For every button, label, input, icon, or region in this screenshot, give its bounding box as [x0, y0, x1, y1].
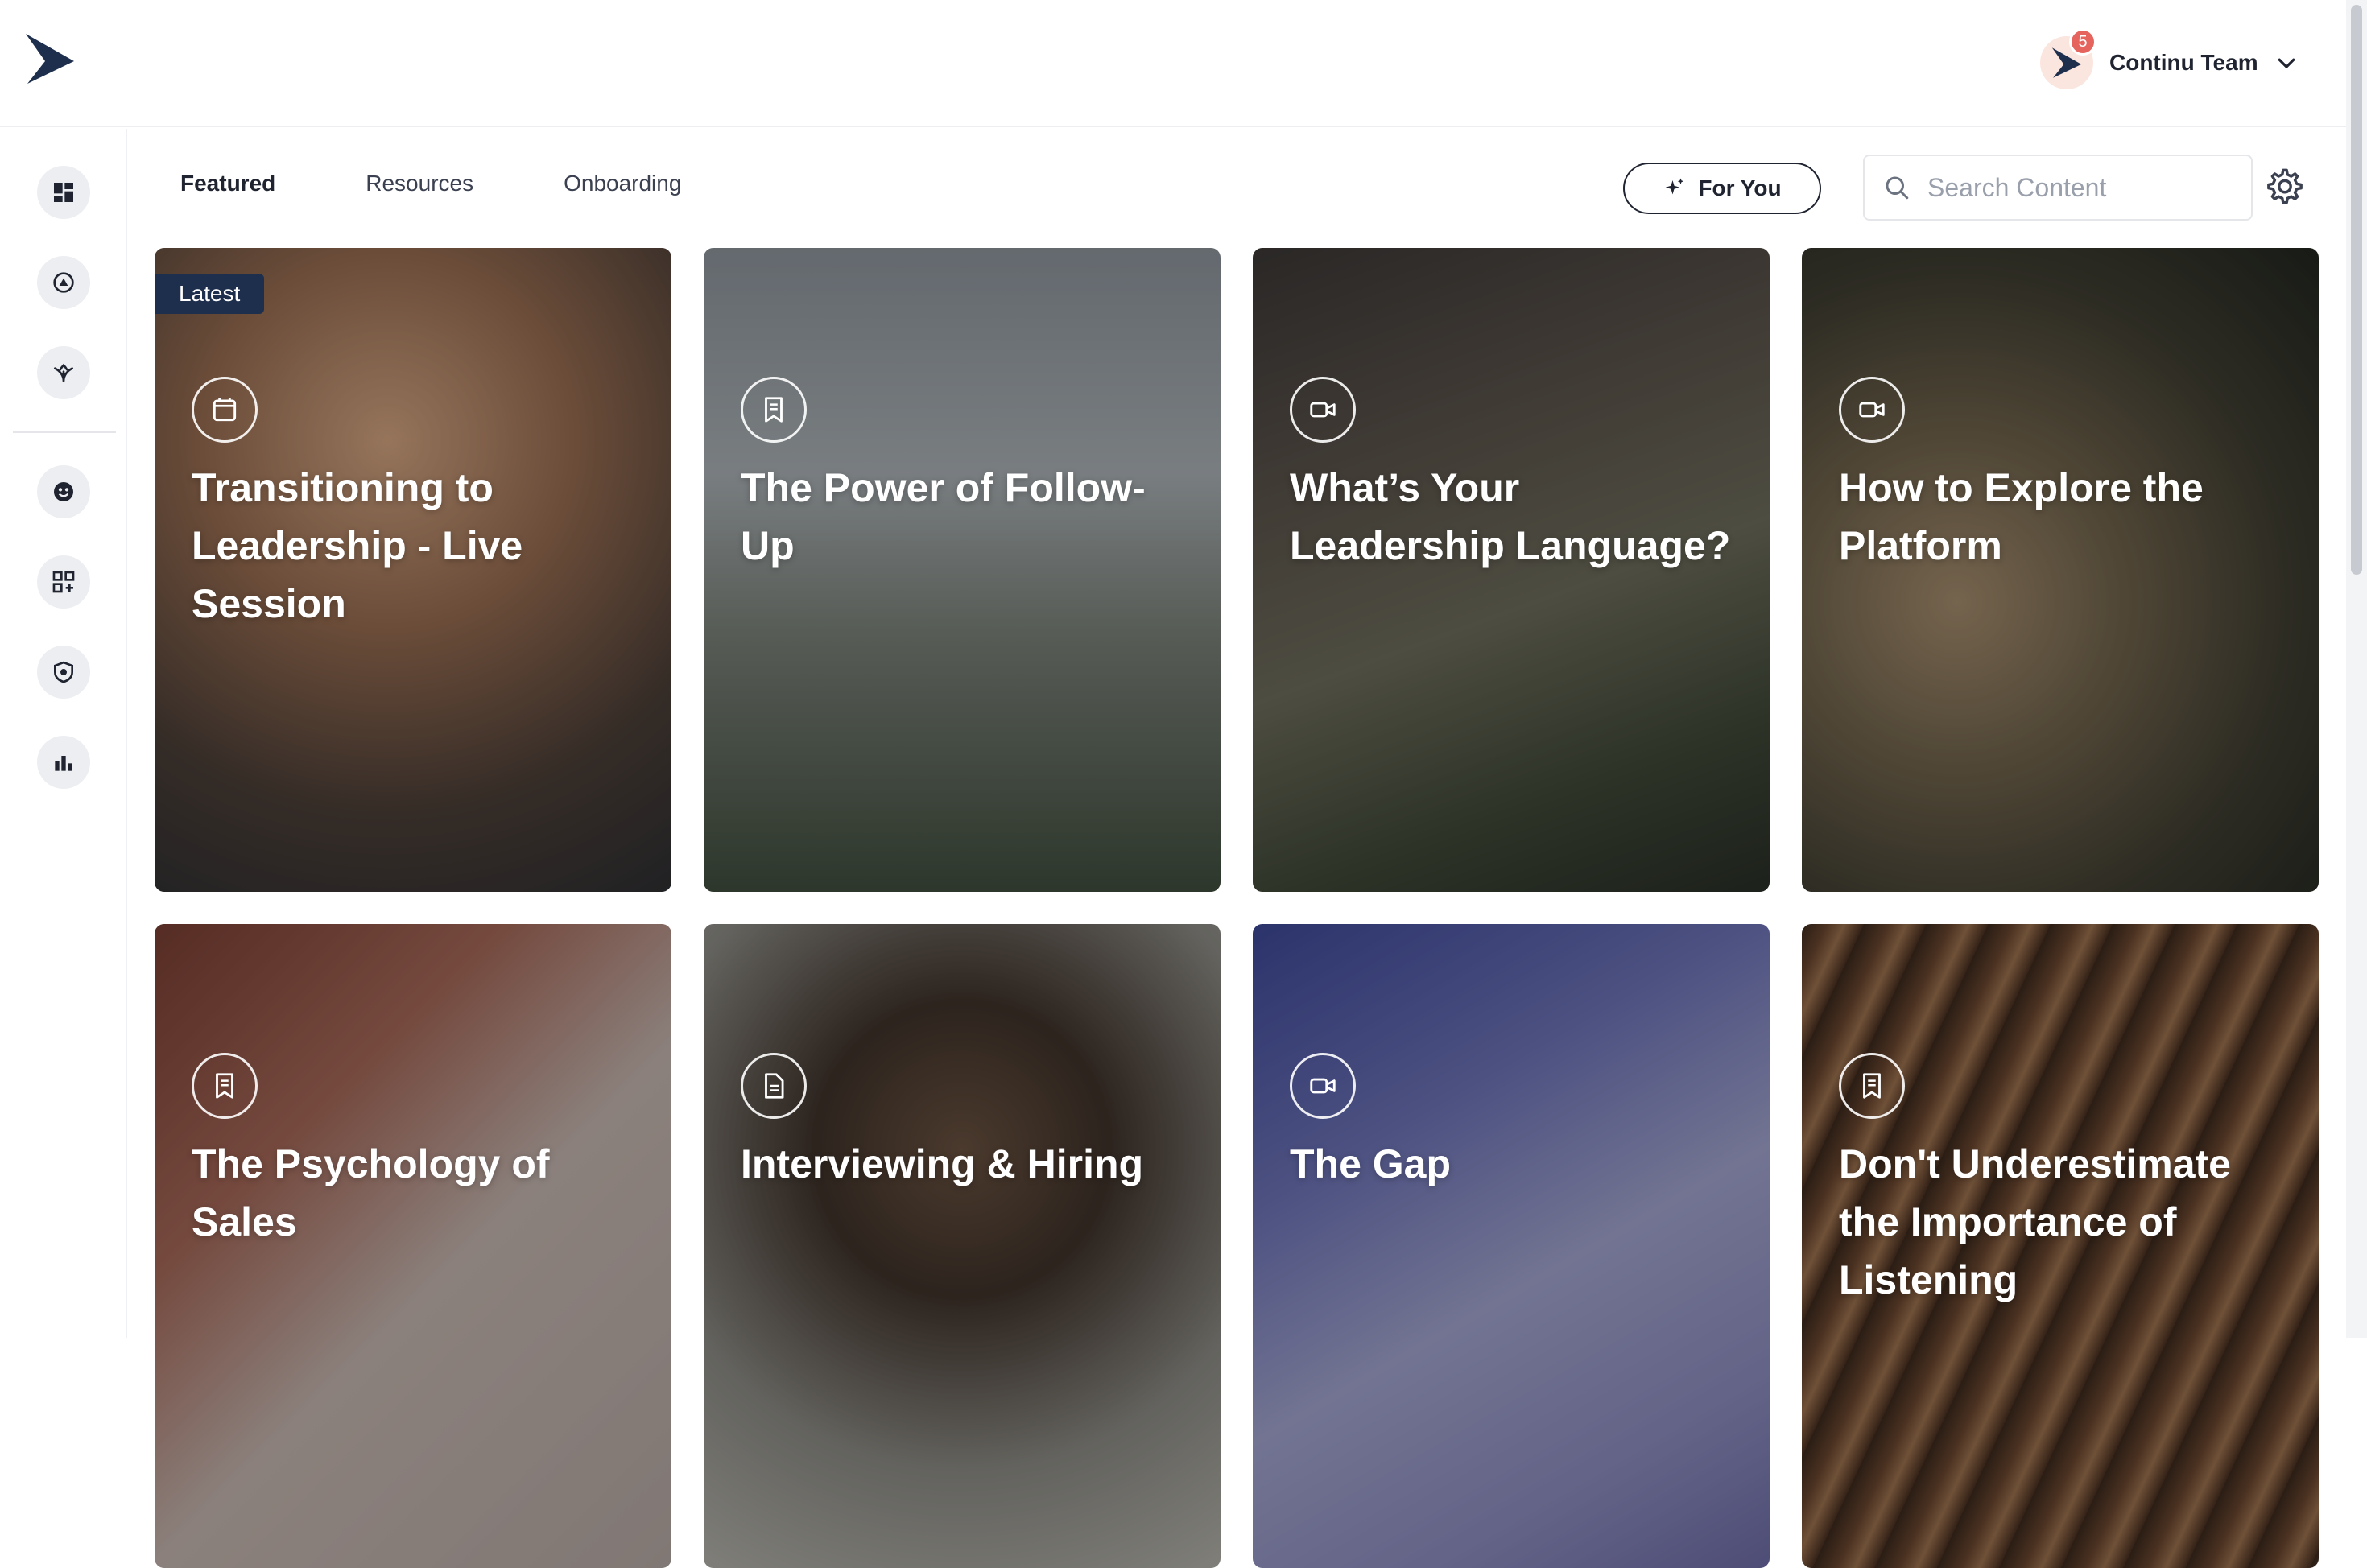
avatar[interactable]: 5: [2040, 28, 2096, 89]
leaf-icon: [54, 363, 73, 382]
video-icon: [1839, 377, 1905, 443]
content-card[interactable]: How to Explore the Platform: [1802, 248, 2319, 892]
tab-onboarding[interactable]: Onboarding: [564, 171, 681, 196]
sidebar: [0, 129, 127, 1338]
card-title: The Gap: [1290, 1141, 1452, 1186]
sidebar-item-analytics[interactable]: [37, 736, 90, 789]
compass-icon: [53, 272, 74, 293]
card-title: Interviewing & Hiring: [741, 1141, 1144, 1186]
search-input[interactable]: [1927, 172, 2241, 203]
content-card[interactable]: Don't Underestimate the Importance of Li…: [1802, 924, 2319, 1568]
content-tabs: Featured Resources Onboarding: [180, 171, 771, 196]
content-card[interactable]: Latest Transitioning to Leadership - Liv…: [155, 248, 671, 892]
sidebar-item-admin[interactable]: [37, 646, 90, 699]
file-icon: [741, 1053, 807, 1119]
bar-chart-icon: [55, 756, 72, 771]
scrollbar-thumb[interactable]: [2351, 5, 2362, 575]
document-icon: [1839, 1053, 1905, 1119]
search-box[interactable]: [1863, 155, 2253, 221]
content-card[interactable]: The Power of Follow-Up: [704, 248, 1221, 892]
card-title: What’s Your Leadership Language?: [1290, 465, 1731, 568]
smile-face-icon: [54, 482, 73, 501]
dashboard-icon: [54, 183, 73, 202]
document-icon: [192, 1053, 258, 1119]
content-card[interactable]: Interviewing & Hiring: [704, 924, 1221, 1568]
tab-featured[interactable]: Featured: [180, 171, 275, 196]
sidebar-item-growth[interactable]: [37, 346, 90, 399]
document-icon: [741, 377, 807, 443]
shield-icon: [54, 661, 73, 683]
video-icon: [1290, 1053, 1356, 1119]
notification-badge: 5: [2069, 28, 2096, 56]
sidebar-item-catalog[interactable]: [37, 555, 90, 609]
content-card[interactable]: What’s Your Leadership Language?: [1253, 248, 1770, 892]
content-card[interactable]: The Psychology of Sales: [155, 924, 671, 1568]
search-icon: [1886, 176, 1909, 200]
sparkle-icon: [1666, 178, 1684, 195]
sidebar-item-explore[interactable]: [37, 256, 90, 309]
account-name[interactable]: Continu Team: [2109, 50, 2258, 76]
card-title: Don't Underestimate the Importance of Li…: [1839, 1141, 2231, 1302]
chevron-down-icon[interactable]: [2274, 51, 2299, 75]
tab-resources[interactable]: Resources: [366, 171, 473, 196]
calendar-icon: [192, 377, 258, 443]
video-icon: [1290, 377, 1356, 443]
for-you-label: For You: [1698, 175, 1782, 200]
gear-icon[interactable]: [2264, 166, 2306, 208]
logo-icon[interactable]: [24, 32, 76, 85]
sidebar-divider: [13, 431, 116, 433]
top-header: 5 Continu Team: [0, 0, 2346, 127]
sidebar-item-community[interactable]: [37, 465, 90, 518]
card-title: Transitioning to Leadership - Live Sessi…: [192, 465, 523, 626]
content-card[interactable]: The Gap: [1253, 924, 1770, 1568]
sidebar-item-dashboard[interactable]: [37, 166, 90, 219]
latest-badge: Latest: [155, 274, 265, 314]
for-you-button[interactable]: For You: [1623, 163, 1821, 214]
account-menu[interactable]: 5 Continu Team: [2040, 28, 2299, 95]
card-title: The Power of Follow-Up: [741, 465, 1146, 568]
grid-add-icon: [52, 571, 75, 593]
card-title: The Psychology of Sales: [192, 1141, 550, 1244]
card-title: How to Explore the Platform: [1839, 465, 2204, 568]
